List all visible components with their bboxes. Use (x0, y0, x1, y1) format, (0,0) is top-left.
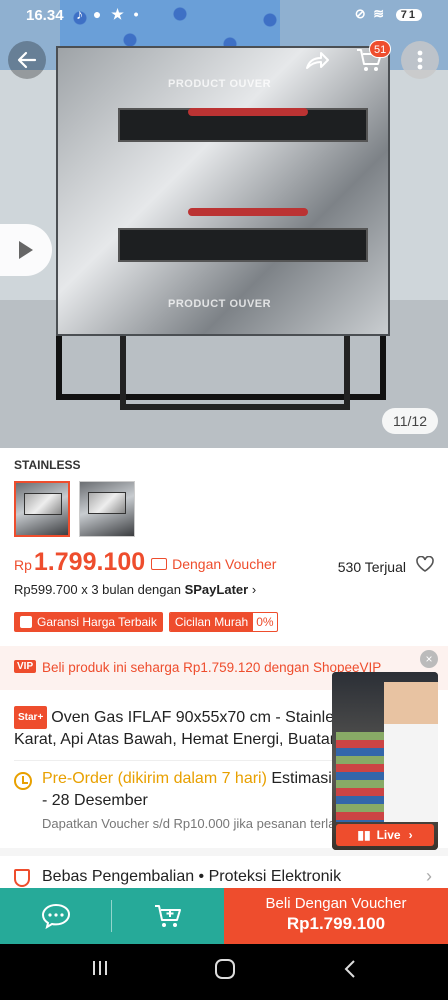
video-play-button[interactable] (0, 224, 52, 276)
shield-icon (14, 869, 30, 887)
product-page: PRODUCT OUVER PRODUCT OUVER 16.34 ♪ ● ★ … (0, 0, 448, 1000)
buy-with-voucher-button[interactable]: Beli Dengan Voucher Rp1.799.100 (224, 888, 448, 944)
clock-icon (14, 772, 32, 790)
image-counter: 11/12 (382, 408, 438, 434)
thumb-up-icon (20, 616, 32, 628)
variant-thumbnail-2[interactable] (79, 481, 135, 537)
status-time: 16.34 (26, 7, 64, 24)
live-shelf (336, 732, 384, 822)
system-nav-bar (0, 944, 448, 1000)
chevron-left-icon (344, 960, 355, 978)
vip-icon: VIP (14, 660, 37, 673)
cart-count-badge: 51 (369, 40, 392, 58)
preorder-date: - 28 Desember (42, 792, 148, 809)
thumbnail-oven (24, 493, 62, 515)
best-price-label: Garansi Harga Terbaik (37, 615, 157, 629)
watermark-top: PRODUCT OUVER (168, 78, 272, 90)
heart-icon (416, 555, 434, 572)
more-options-button[interactable] (401, 41, 439, 79)
installment-badge[interactable]: Cicilan Murah 0% (168, 612, 278, 632)
live-bars-icon: ▮▮ (357, 828, 371, 842)
live-label: Live (376, 828, 401, 842)
wifi-icon: ≋ (373, 6, 387, 21)
buy-price: Rp1.799.100 (286, 914, 386, 933)
promo-badges: Garansi Harga Terbaik Cicilan Murah 0% (14, 612, 278, 632)
bottom-divider (111, 900, 112, 932)
paylater-prefix: Rp599.700 x 3 bulan dengan (14, 582, 185, 597)
protection-row[interactable]: Bebas Pengembalian • Proteksi Elektronik… (0, 848, 448, 892)
chevron-right-icon: › (251, 582, 257, 597)
chevron-right-icon: › (426, 866, 432, 886)
notification-icons: ♪ ● ★ • (76, 6, 142, 22)
protection-text: Bebas Pengembalian • Proteksi Elektronik (42, 868, 342, 885)
oven-handle-bottom (188, 208, 308, 216)
paylater-info[interactable]: Rp599.700 x 3 bulan dengan SPayLater › (14, 582, 256, 597)
share-button[interactable] (298, 41, 336, 79)
add-to-cart-button[interactable] (112, 888, 224, 944)
status-bar: 16.34 ♪ ● ★ • ⊘ ≋ 71 (0, 0, 448, 30)
chevron-right-icon: › (408, 828, 413, 842)
oven-body: PRODUCT OUVER PRODUCT OUVER (56, 46, 390, 336)
voucher-label: Dengan Voucher (172, 556, 277, 572)
home-icon (215, 959, 235, 979)
recent-apps-button[interactable] (90, 958, 110, 984)
paylater-brand: SPayLater (184, 582, 249, 597)
chat-icon (41, 903, 71, 929)
preorder-voucher-note: Dapatkan Voucher s/d Rp10.000 jika pesan… (42, 816, 368, 831)
share-icon (306, 52, 329, 69)
price-currency: Rp (14, 557, 32, 573)
oven-door-bottom (118, 228, 368, 262)
chat-button[interactable] (0, 888, 112, 944)
preorder-estimate: Estimasi (266, 770, 332, 787)
voucher-icon (151, 558, 168, 570)
live-host (384, 682, 438, 822)
add-cart-icon (155, 905, 181, 927)
recent-apps-icon (93, 961, 107, 975)
price-value: 1.799.100 (33, 548, 146, 576)
preorder-line: Pre-Order (dikirim dalam 7 hari) Estimas… (42, 770, 332, 788)
thumbnail-oven (88, 492, 126, 514)
live-stream-preview[interactable]: ▮▮ Live › (332, 672, 438, 850)
battery-icon: 71 (395, 9, 422, 21)
bottom-action-bar: Beli Dengan Voucher Rp1.799.100 (0, 888, 448, 944)
installment-label: Cicilan Murah (169, 613, 254, 631)
oven-handle-top (188, 108, 308, 116)
system-icons: ⊘ ≋ 71 (355, 6, 422, 22)
best-price-badge[interactable]: Garansi Harga Terbaik (14, 612, 163, 632)
preorder-highlight: Pre-Order (dikirim dalam 7 hari) (42, 770, 267, 787)
more-vertical-icon (417, 50, 423, 70)
sold-count: 530 Terjual (337, 559, 406, 575)
voucher-tag: Dengan Voucher (151, 556, 276, 572)
vip-text: Beli produk ini seharga Rp1.759.120 deng… (42, 660, 382, 675)
buy-label: Beli Dengan Voucher (265, 895, 407, 912)
back-button[interactable] (8, 41, 46, 79)
variant-thumbnail-1[interactable] (14, 481, 70, 537)
variant-label: STAINLESS (14, 458, 81, 472)
arrow-left-icon (17, 51, 37, 69)
system-back-button[interactable] (342, 958, 358, 986)
home-button[interactable] (214, 958, 236, 986)
installment-rate: 0% (256, 615, 274, 629)
watermark-bottom: PRODUCT OUVER (168, 298, 272, 310)
play-icon (19, 241, 33, 259)
price-row: Rp 1.799.100 Dengan Voucher (14, 548, 276, 577)
mute-icon: ⊘ (354, 6, 368, 21)
live-close-button[interactable]: × (420, 650, 438, 668)
star-plus-badge: Star+ (14, 706, 48, 729)
live-button[interactable]: ▮▮ Live › (336, 824, 434, 846)
product-image-carousel[interactable]: PRODUCT OUVER PRODUCT OUVER 16.34 ♪ ● ★ … (0, 0, 448, 448)
favorite-button[interactable] (416, 555, 434, 577)
